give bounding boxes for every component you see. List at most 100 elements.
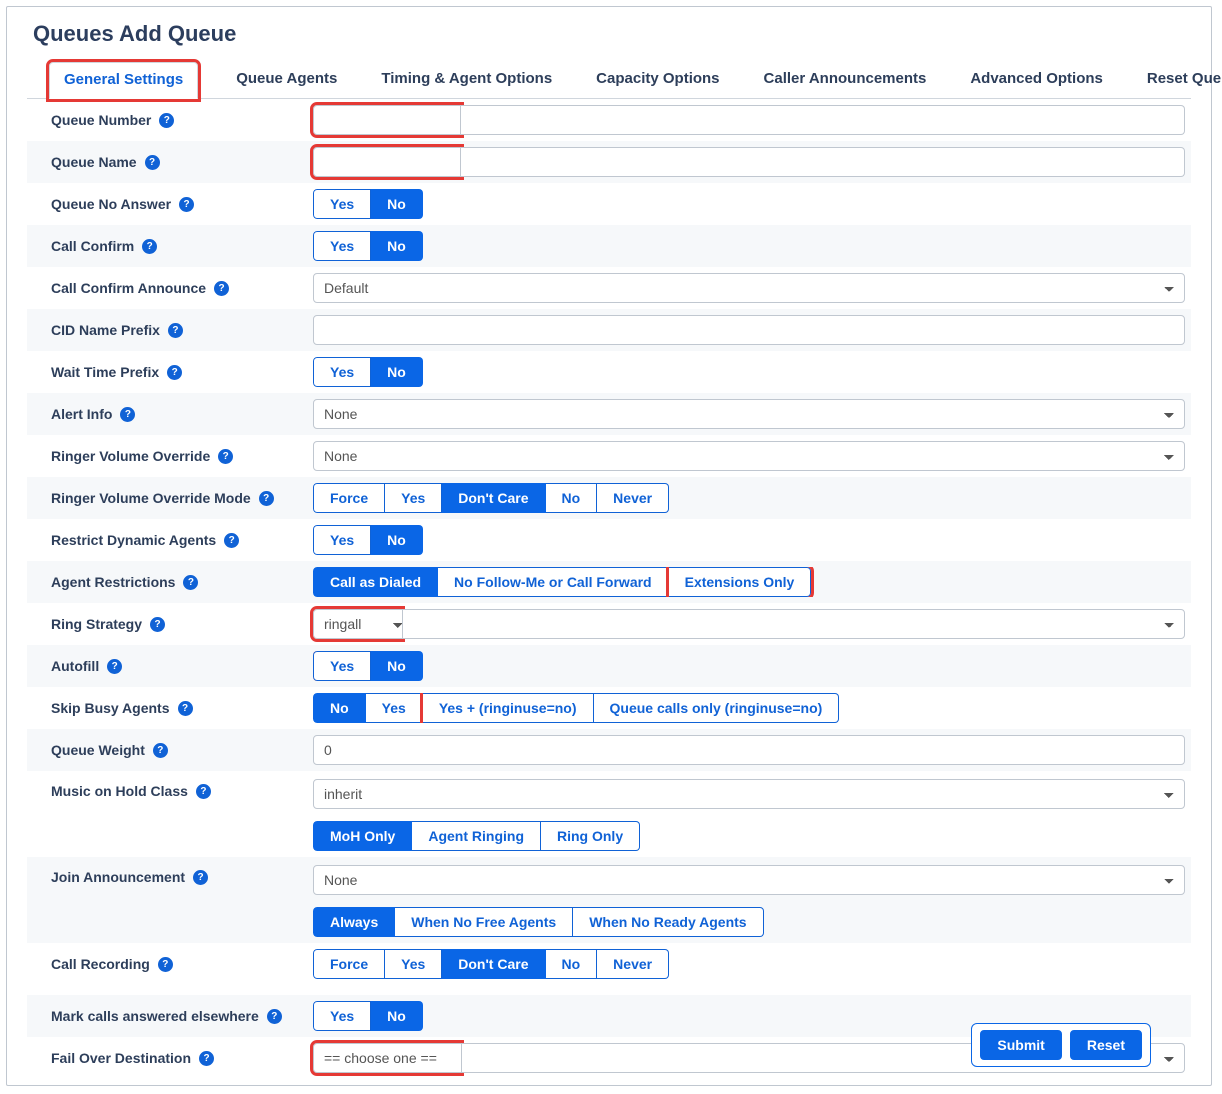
help-icon[interactable]: ?: [179, 197, 194, 212]
help-icon[interactable]: ?: [218, 449, 233, 464]
label-restrict-dynamic-agents: Restrict Dynamic Agents: [51, 532, 216, 548]
joinAnnouncement-option-when-no-ready-agents[interactable]: When No Ready Agents: [573, 907, 763, 937]
help-icon[interactable]: ?: [267, 1009, 282, 1024]
fail-over-destination-select[interactable]: == choose one ==: [313, 1043, 461, 1073]
queueNoAnswer-option-no[interactable]: No: [371, 189, 423, 219]
ringer-volume-override-select[interactable]: None: [313, 441, 1185, 471]
call-confirm-announce-select[interactable]: Default: [313, 273, 1185, 303]
help-icon[interactable]: ?: [142, 239, 157, 254]
callRecording-option-yes[interactable]: Yes: [385, 949, 442, 979]
help-icon[interactable]: ?: [224, 533, 239, 548]
row-ringer-volume-override-mode: Ringer Volume Override Mode ? ForceYesDo…: [27, 477, 1191, 519]
agentRestrictions-option-no-follow-me-or-call-forward[interactable]: No Follow-Me or Call Forward: [438, 567, 669, 597]
callRecording-option-force[interactable]: Force: [313, 949, 385, 979]
alert-info-select[interactable]: None: [313, 399, 1185, 429]
skipBusyAgents-option-no[interactable]: No: [313, 693, 366, 723]
markCallsAnswered-option-yes[interactable]: Yes: [313, 1001, 371, 1031]
row-skip-busy-agents: Skip Busy Agents ? NoYesYes + (ringinuse…: [27, 687, 1191, 729]
help-icon[interactable]: ?: [150, 617, 165, 632]
row-alert-info: Alert Info ? None: [27, 393, 1191, 435]
waitTimePrefix-option-no[interactable]: No: [371, 357, 423, 387]
help-icon[interactable]: ?: [193, 870, 208, 885]
queue-name-input-ext[interactable]: [461, 147, 1185, 177]
ringerVolumeOverrideMode-option-yes[interactable]: Yes: [385, 483, 442, 513]
queue-number-input-ext[interactable]: [461, 105, 1185, 135]
tab-queue-agents[interactable]: Queue Agents: [230, 62, 343, 99]
callRecording-option-don-t-care[interactable]: Don't Care: [442, 949, 545, 979]
agentRestrictions-option-extensions-only[interactable]: Extensions Only: [669, 567, 812, 597]
skipBusyAgents-option-yes[interactable]: Yes: [366, 693, 423, 723]
help-icon[interactable]: ?: [199, 1051, 214, 1066]
waitTimePrefix-option-yes[interactable]: Yes: [313, 357, 371, 387]
help-icon[interactable]: ?: [120, 407, 135, 422]
label-wait-time-prefix: Wait Time Prefix: [51, 364, 159, 380]
queue-weight-input[interactable]: [313, 735, 1185, 765]
label-queue-weight: Queue Weight: [51, 742, 145, 758]
callRecording-option-no[interactable]: No: [546, 949, 598, 979]
autofill-option-yes[interactable]: Yes: [313, 651, 371, 681]
row-ring-strategy: Ring Strategy ? ringall: [27, 603, 1191, 645]
row-queue-no-answer: Queue No Answer ? YesNo: [27, 183, 1191, 225]
ringerVolumeOverrideMode-option-force[interactable]: Force: [313, 483, 385, 513]
label-alert-info: Alert Info: [51, 406, 112, 422]
tab-caller-announcements[interactable]: Caller Announcements: [758, 62, 933, 99]
row-music-on-hold: Music on Hold Class ? inherit MoH OnlyAg…: [27, 771, 1191, 857]
help-icon[interactable]: ?: [158, 957, 173, 972]
musicOnHoldClass-option-moh-only[interactable]: MoH Only: [313, 821, 412, 851]
help-icon[interactable]: ?: [178, 701, 193, 716]
joinAnnouncement-option-when-no-free-agents[interactable]: When No Free Agents: [395, 907, 573, 937]
autofill-option-no[interactable]: No: [371, 651, 423, 681]
label-queue-name: Queue Name: [51, 154, 137, 170]
musicOnHoldClass-option-ring-only[interactable]: Ring Only: [541, 821, 640, 851]
reset-button[interactable]: Reset: [1070, 1030, 1142, 1060]
tab-general-settings[interactable]: General Settings: [49, 62, 198, 99]
restrictDynamicAgents-option-no[interactable]: No: [371, 525, 423, 555]
help-icon[interactable]: ?: [214, 281, 229, 296]
help-icon[interactable]: ?: [259, 491, 274, 506]
queue-name-input[interactable]: [313, 147, 461, 177]
cid-name-prefix-input[interactable]: [313, 315, 1185, 345]
label-call-confirm-announce: Call Confirm Announce: [51, 280, 206, 296]
label-cid-name-prefix: CID Name Prefix: [51, 322, 160, 338]
help-icon[interactable]: ?: [196, 784, 211, 799]
queue-number-input[interactable]: [313, 105, 461, 135]
joinAnnouncement-option-always[interactable]: Always: [313, 907, 395, 937]
skipBusyAgents-option-yes-ringinuse-no-[interactable]: Yes + (ringinuse=no): [423, 693, 594, 723]
markCallsAnswered-option-no[interactable]: No: [371, 1001, 423, 1031]
label-ringer-volume-override: Ringer Volume Override: [51, 448, 210, 464]
callConfirm-option-yes[interactable]: Yes: [313, 231, 371, 261]
tab-advanced-options[interactable]: Advanced Options: [964, 62, 1109, 99]
restrictDynamicAgents-option-yes[interactable]: Yes: [313, 525, 371, 555]
help-icon[interactable]: ?: [159, 113, 174, 128]
ringerVolumeOverrideMode-option-don-t-care[interactable]: Don't Care: [442, 483, 545, 513]
musicOnHoldClass-option-agent-ringing[interactable]: Agent Ringing: [412, 821, 541, 851]
submit-button[interactable]: Submit: [980, 1030, 1061, 1060]
row-call-confirm-announce: Call Confirm Announce ? Default: [27, 267, 1191, 309]
skipBusyAgents-option-queue-calls-only-ringinuse-no-[interactable]: Queue calls only (ringinuse=no): [594, 693, 840, 723]
join-announcement-select[interactable]: None: [313, 865, 1185, 895]
row-ringer-volume-override: Ringer Volume Override ? None: [27, 435, 1191, 477]
agentRestrictions-option-call-as-dialed[interactable]: Call as Dialed: [313, 567, 438, 597]
tab-reset-queue-s[interactable]: Reset Queue S: [1141, 62, 1222, 99]
ring-strategy-select[interactable]: ringall: [313, 609, 402, 639]
ringerVolumeOverrideMode-option-no[interactable]: No: [546, 483, 598, 513]
tab-timing-agent-options[interactable]: Timing & Agent Options: [375, 62, 558, 99]
ringerVolumeOverrideMode-option-never[interactable]: Never: [597, 483, 669, 513]
row-cid-name-prefix: CID Name Prefix ?: [27, 309, 1191, 351]
callConfirm-option-no[interactable]: No: [371, 231, 423, 261]
ring-strategy-select-ext[interactable]: [402, 609, 1185, 639]
help-icon[interactable]: ?: [167, 365, 182, 380]
music-on-hold-select[interactable]: inherit: [313, 779, 1185, 809]
help-icon[interactable]: ?: [168, 323, 183, 338]
help-icon[interactable]: ?: [153, 743, 168, 758]
label-music-on-hold: Music on Hold Class: [51, 783, 188, 799]
row-restrict-dynamic-agents: Restrict Dynamic Agents ? YesNo: [27, 519, 1191, 561]
footer-actions: Submit Reset: [971, 1023, 1151, 1067]
help-icon[interactable]: ?: [183, 575, 198, 590]
callRecording-option-never[interactable]: Never: [597, 949, 669, 979]
help-icon[interactable]: ?: [107, 659, 122, 674]
tab-capacity-options[interactable]: Capacity Options: [590, 62, 725, 99]
help-icon[interactable]: ?: [145, 155, 160, 170]
label-queue-no-answer: Queue No Answer: [51, 196, 171, 212]
queueNoAnswer-option-yes[interactable]: Yes: [313, 189, 371, 219]
